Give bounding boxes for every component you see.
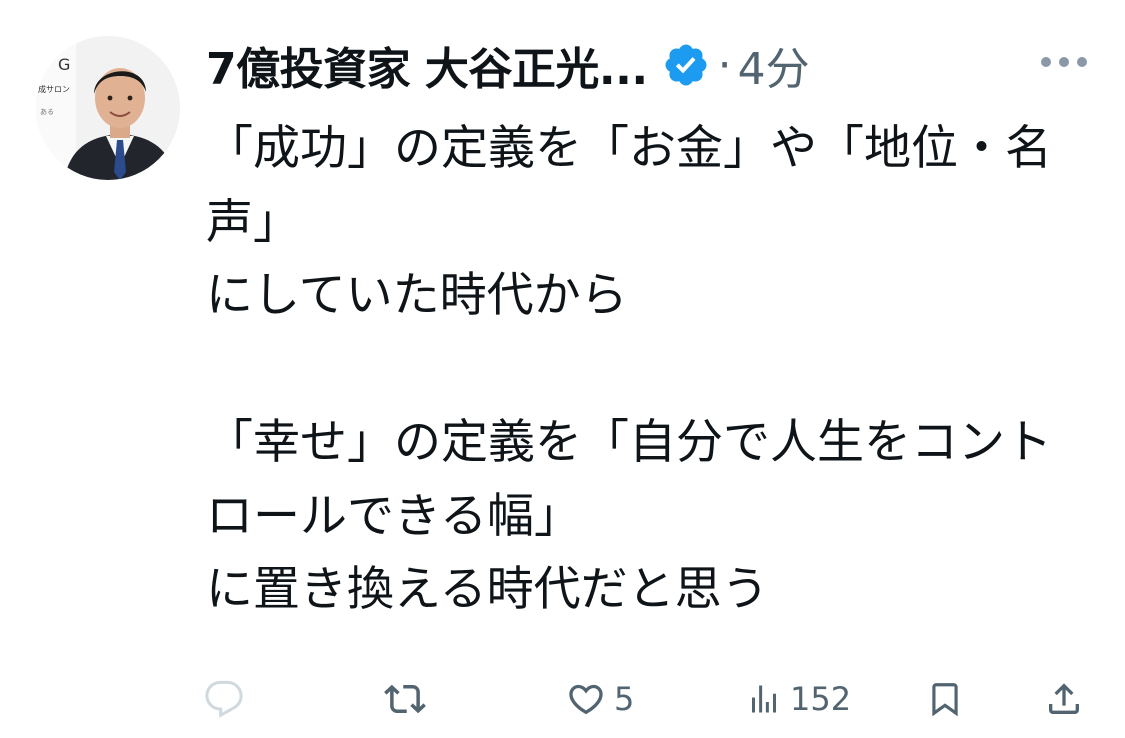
- verified-badge-icon: [662, 41, 710, 89]
- bookmark-icon: [926, 679, 964, 719]
- views-count: 152: [790, 680, 852, 718]
- avatar-logo-letter: G: [58, 55, 70, 74]
- share-button[interactable]: [1044, 664, 1084, 734]
- views-button[interactable]: 152: [746, 664, 851, 734]
- display-name[interactable]: 7億投資家 大谷正光...: [206, 33, 648, 97]
- retweet-button[interactable]: [384, 664, 434, 734]
- avatar[interactable]: G 成サロン ある: [36, 36, 180, 180]
- tweet[interactable]: G 成サロン ある 7億投資家 大谷正光... · 4分 「成功」の定義を「お金…: [0, 0, 1125, 738]
- heart-icon: [566, 679, 606, 719]
- avatar-logo-sub: ある: [40, 108, 54, 116]
- like-count: 5: [614, 680, 635, 718]
- avatar-logo-text: 成サロン: [38, 84, 70, 94]
- action-bar: 5 152: [0, 664, 1125, 734]
- share-icon: [1044, 679, 1084, 719]
- more-horizontal-icon[interactable]: [1036, 50, 1092, 74]
- views-bar-chart-icon: [746, 679, 782, 719]
- like-button[interactable]: 5: [566, 664, 634, 734]
- avatar-photo: G 成サロン ある: [36, 36, 180, 180]
- timestamp[interactable]: 4分: [738, 33, 810, 97]
- retweet-icon: [384, 678, 426, 720]
- bookmark-button[interactable]: [926, 664, 964, 734]
- reply-icon: [204, 679, 244, 719]
- reply-button[interactable]: [204, 664, 252, 734]
- tweet-text: 「成功」の定義を「お金」や「地位・名声」 にしていた時代から 「幸せ」の定義を「…: [206, 121, 1052, 617]
- tweet-header: 7億投資家 大谷正光... · 4分: [206, 30, 810, 100]
- header-separator: ·: [717, 39, 732, 91]
